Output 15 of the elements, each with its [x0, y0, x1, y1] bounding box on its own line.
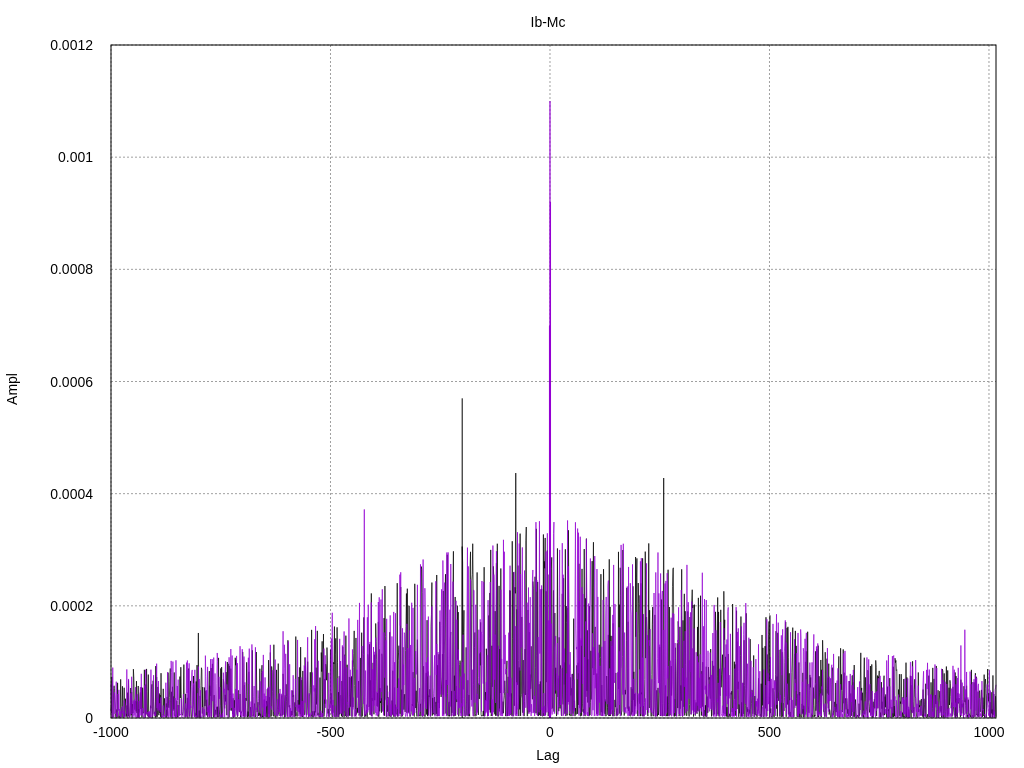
x-tick-label: -500: [316, 724, 345, 740]
y-tick-label: 0.0006: [50, 373, 93, 390]
y-axis-label: Ampl: [4, 373, 20, 405]
y-tick-label: 0.0012: [50, 37, 93, 53]
y-tick-label: 0.0002: [50, 597, 93, 614]
y-tick-label: 0: [85, 710, 93, 726]
y-tick-label: 0.0008: [50, 261, 93, 278]
x-tick-label: 0: [546, 724, 554, 740]
x-tick-label: -1000: [93, 724, 129, 740]
x-axis-label: Lag: [536, 747, 560, 763]
chart-title: Ib-Mc: [530, 14, 566, 30]
x-tick-label: 1000: [973, 724, 1005, 740]
y-tick-label: 0.001: [57, 149, 93, 166]
y-tick-label: 0.0004: [50, 485, 93, 502]
x-tick-label: 500: [757, 724, 782, 740]
